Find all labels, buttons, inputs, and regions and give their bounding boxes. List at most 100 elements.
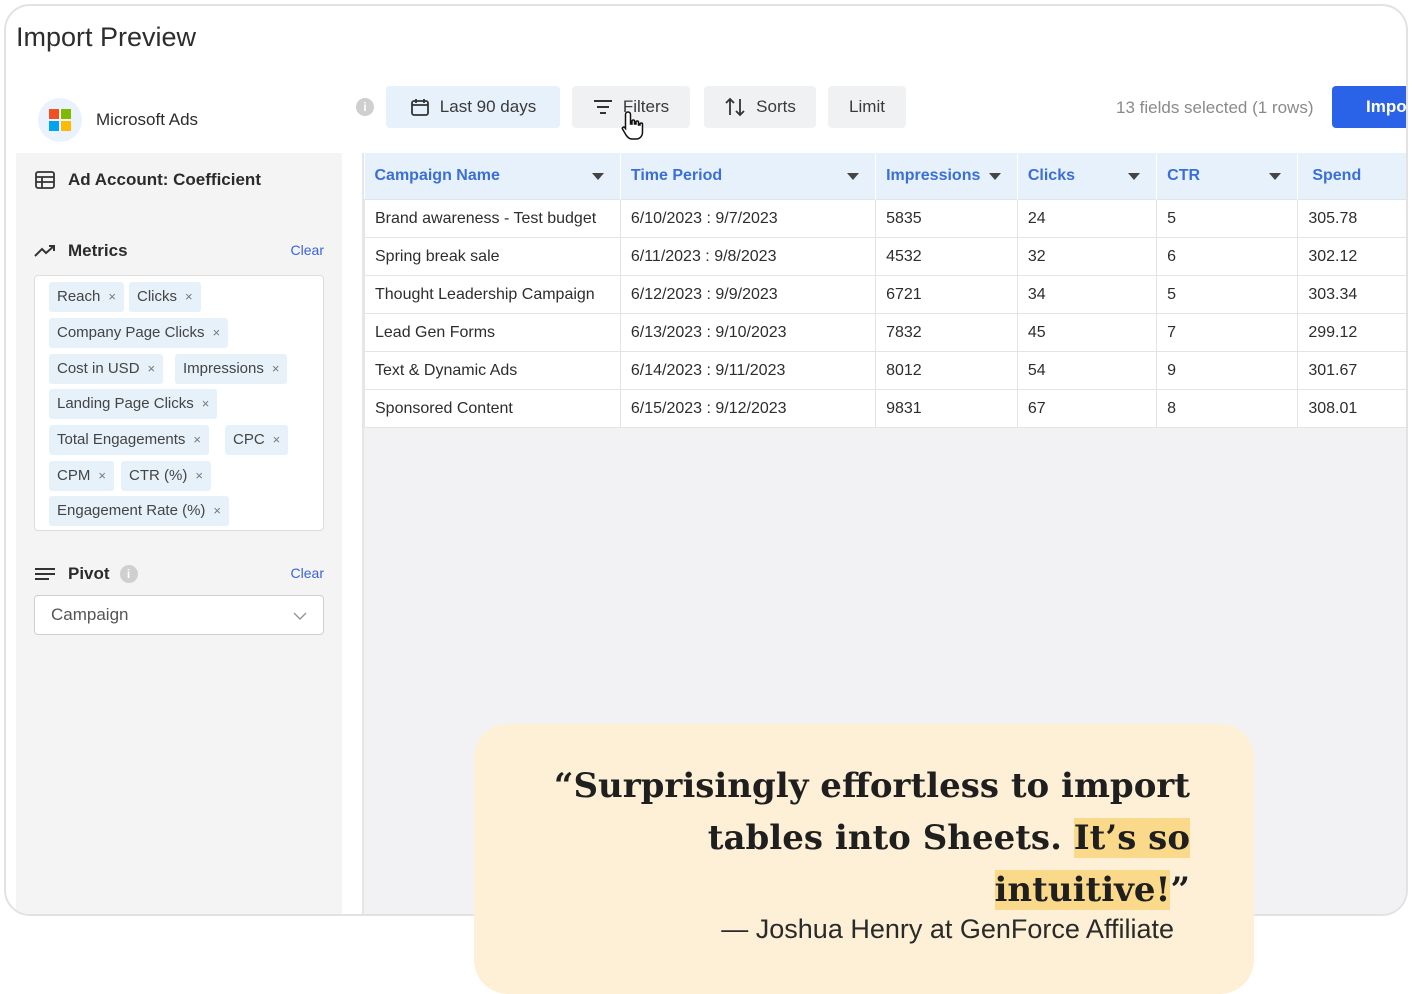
remove-icon[interactable]: × bbox=[98, 468, 106, 483]
table-cell: 6721 bbox=[875, 275, 1018, 314]
table-cell: 45 bbox=[1016, 313, 1158, 352]
import-button[interactable]: Import bbox=[1332, 86, 1406, 128]
microsoft-logo-icon bbox=[38, 98, 82, 142]
metric-chip[interactable]: Company Page Clicks × bbox=[49, 318, 229, 348]
caret-down-icon[interactable] bbox=[988, 173, 1001, 180]
metric-chip[interactable]: CTR (%) × bbox=[121, 461, 211, 491]
table-row: Text & Dynamic Ads 6/14/2023 : 9/11/2023… bbox=[364, 351, 1406, 390]
table-cell: 6/14/2023 : 9/11/2023 bbox=[619, 351, 877, 390]
ad-account-row[interactable]: Ad Account: Coefficient bbox=[34, 169, 261, 191]
testimonial-author: — Joshua Henry at GenForce Affiliate bbox=[721, 914, 1174, 944]
column-header-time-period[interactable]: Time Period bbox=[620, 153, 877, 200]
metric-chip[interactable]: Clicks × bbox=[129, 282, 201, 312]
metrics-label: Metrics bbox=[68, 241, 128, 260]
table-cell: Sponsored Content bbox=[364, 389, 621, 428]
testimonial-card: “Surprisingly effortless to import table… bbox=[474, 724, 1254, 994]
table-cell: 9 bbox=[1156, 351, 1299, 390]
caret-down-icon[interactable] bbox=[591, 173, 604, 180]
pivot-clear-link[interactable]: Clear bbox=[291, 565, 324, 581]
remove-icon[interactable]: × bbox=[272, 361, 280, 376]
trend-icon bbox=[34, 240, 56, 262]
remove-icon[interactable]: × bbox=[193, 432, 201, 447]
remove-icon[interactable]: × bbox=[185, 289, 193, 304]
pivot-label: Pivot bbox=[68, 564, 110, 583]
remove-icon[interactable]: × bbox=[213, 325, 221, 340]
table-cell: 6/11/2023 : 9/8/2023 bbox=[619, 237, 877, 276]
table-cell: 302.12 bbox=[1297, 237, 1406, 276]
table-cell: 24 bbox=[1016, 199, 1158, 238]
metric-chip[interactable]: CPC × bbox=[225, 425, 289, 455]
sorts-label: Sorts bbox=[756, 97, 796, 116]
list-icon bbox=[34, 563, 56, 585]
column-header-campaign-name[interactable]: Campaign Name bbox=[364, 153, 621, 200]
table-cell: Spring break sale bbox=[364, 237, 621, 276]
table-cell: 303.34 bbox=[1297, 275, 1406, 314]
table-cell: 6/12/2023 : 9/9/2023 bbox=[619, 275, 877, 314]
metric-chip[interactable]: Reach × bbox=[49, 282, 124, 312]
limit-label: Limit bbox=[849, 97, 885, 116]
table-cell: 6/15/2023 : 9/12/2023 bbox=[619, 389, 877, 428]
caret-down-icon[interactable] bbox=[1128, 173, 1141, 180]
column-header-spend[interactable]: Spend bbox=[1297, 153, 1406, 200]
date-range-label: Last 90 days bbox=[439, 97, 537, 116]
table-row: Thought Leadership Campaign 6/12/2023 : … bbox=[364, 275, 1406, 314]
ad-account-label: Ad Account: Coefficient bbox=[68, 170, 261, 189]
pivot-select[interactable]: Campaign bbox=[34, 595, 324, 635]
table-row: Spring break sale 6/11/2023 : 9/8/2023 4… bbox=[364, 237, 1406, 276]
info-icon[interactable]: i bbox=[119, 565, 138, 583]
table-cell: 9831 bbox=[875, 389, 1018, 428]
metric-chip[interactable]: Cost in USD × bbox=[49, 354, 164, 384]
metric-chip[interactable]: Engagement Rate (%) × bbox=[49, 496, 230, 526]
sorts-button[interactable]: Sorts bbox=[704, 86, 816, 128]
limit-button[interactable]: Limit bbox=[828, 86, 906, 128]
remove-icon[interactable]: × bbox=[202, 396, 210, 411]
table-cell: 4532 bbox=[875, 237, 1018, 276]
sidebar: Ad Account: Coefficient Metrics Clear Re… bbox=[16, 153, 342, 914]
table-cell: 308.01 bbox=[1297, 389, 1406, 428]
source-name: Microsoft Ads bbox=[96, 110, 199, 129]
remove-icon[interactable]: × bbox=[195, 468, 203, 483]
remove-icon[interactable]: × bbox=[213, 503, 221, 518]
table-cell: 5 bbox=[1156, 199, 1299, 238]
table-cell: 5 bbox=[1156, 275, 1299, 314]
table-cell: 34 bbox=[1016, 275, 1158, 314]
table-cell: 7 bbox=[1156, 313, 1299, 352]
sort-icon bbox=[724, 97, 746, 117]
table-icon bbox=[34, 169, 56, 191]
table-cell: 54 bbox=[1016, 351, 1158, 390]
table-cell: 6/13/2023 : 9/10/2023 bbox=[619, 313, 877, 352]
metrics-header: Metrics bbox=[34, 240, 128, 262]
table-cell: 67 bbox=[1016, 389, 1158, 428]
column-header-impressions[interactable]: Impressions bbox=[875, 153, 1018, 200]
metric-chip[interactable]: CPM × bbox=[49, 461, 114, 491]
caret-down-icon[interactable] bbox=[1269, 173, 1282, 180]
remove-icon[interactable]: × bbox=[148, 361, 156, 376]
table-cell: 301.67 bbox=[1297, 351, 1406, 390]
table-row: Brand awareness - Test budget 6/10/2023 … bbox=[364, 199, 1406, 238]
date-range-button[interactable]: Last 90 days bbox=[386, 86, 560, 128]
metric-chip[interactable]: Total Engagements × bbox=[49, 425, 210, 455]
table-cell: Lead Gen Forms bbox=[364, 313, 621, 352]
table-cell: 299.12 bbox=[1297, 313, 1406, 352]
metric-chip[interactable]: Landing Page Clicks × bbox=[49, 389, 218, 419]
table-cell: 6 bbox=[1156, 237, 1299, 276]
column-header-clicks[interactable]: Clicks bbox=[1017, 153, 1158, 200]
hand-pointer-icon bbox=[620, 110, 648, 147]
metrics-clear-link[interactable]: Clear bbox=[291, 242, 324, 258]
table-cell: 8 bbox=[1156, 389, 1299, 428]
preview-table: Campaign Name Time Period Impressions Cl… bbox=[364, 153, 1406, 428]
table-cell: 5835 bbox=[875, 199, 1018, 238]
pivot-select-value: Campaign bbox=[51, 605, 129, 624]
info-icon[interactable]: i bbox=[356, 98, 374, 116]
calendar-icon bbox=[410, 97, 430, 117]
pivot-header: Pivot i bbox=[34, 563, 138, 585]
page-title: Import Preview bbox=[16, 22, 197, 52]
remove-icon[interactable]: × bbox=[273, 432, 281, 447]
remove-icon[interactable]: × bbox=[108, 289, 116, 304]
table-cell: 7832 bbox=[875, 313, 1018, 352]
data-source: Microsoft Ads bbox=[38, 98, 198, 142]
caret-down-icon[interactable] bbox=[847, 173, 860, 180]
metric-chip[interactable]: Impressions × bbox=[175, 354, 288, 384]
column-header-ctr[interactable]: CTR bbox=[1156, 153, 1299, 200]
table-row: Lead Gen Forms 6/13/2023 : 9/10/2023 783… bbox=[364, 313, 1406, 352]
